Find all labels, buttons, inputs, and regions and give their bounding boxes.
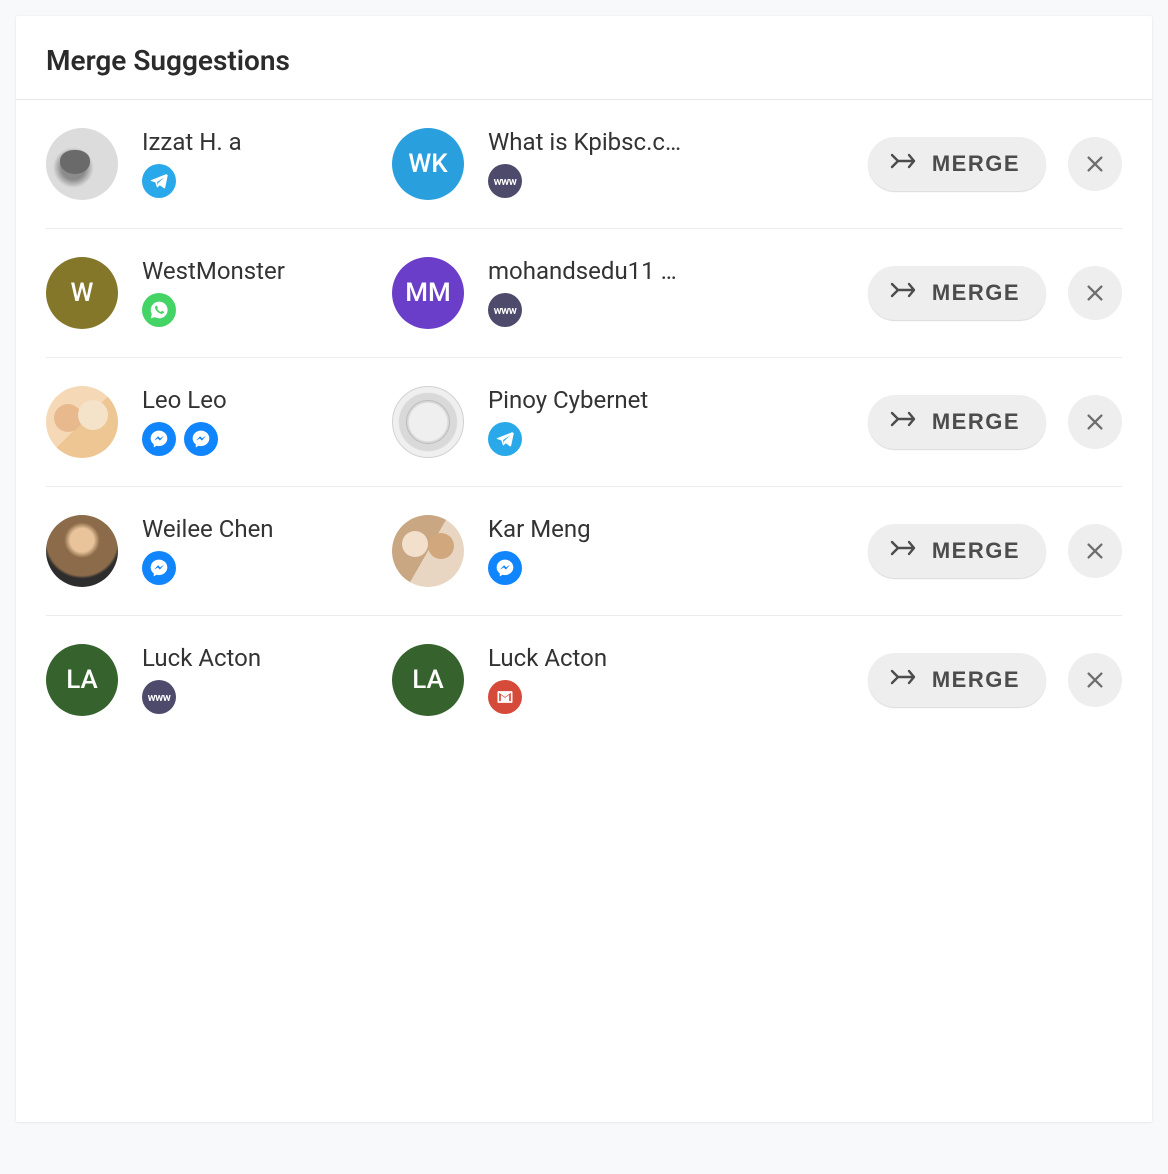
- avatar: [392, 386, 464, 458]
- contact-name: Leo Leo: [142, 386, 374, 414]
- contact-left: Izzat H. a: [46, 128, 374, 200]
- suggestion-row: Izzat H. a WK What is Kpibsc.c… www MERGE: [46, 100, 1122, 229]
- source-badges: www: [488, 164, 720, 198]
- contact-left: Leo Leo: [46, 386, 374, 458]
- contact-right: WK What is Kpibsc.c… www: [392, 128, 720, 200]
- telegram-icon: [488, 422, 522, 456]
- contact-left: W WestMonster: [46, 257, 374, 329]
- merge-icon: [890, 151, 918, 177]
- close-icon: [1084, 282, 1106, 304]
- avatar: [46, 515, 118, 587]
- gmail-icon: [488, 680, 522, 714]
- contact-right: Pinoy Cybernet: [392, 386, 720, 458]
- merge-label: MERGE: [932, 538, 1020, 564]
- close-icon: [1084, 669, 1106, 691]
- merge-icon: [890, 538, 918, 564]
- row-actions: MERGE: [868, 395, 1122, 449]
- contact-name: WestMonster: [142, 257, 374, 285]
- dismiss-button[interactable]: [1068, 524, 1122, 578]
- merge-button[interactable]: MERGE: [868, 395, 1046, 449]
- merge-button[interactable]: MERGE: [868, 653, 1046, 707]
- merge-icon: [890, 667, 918, 693]
- dismiss-button[interactable]: [1068, 266, 1122, 320]
- source-badges: [142, 293, 374, 327]
- whatsapp-icon: [142, 293, 176, 327]
- contact-left: LA Luck Acton www: [46, 644, 374, 716]
- contact-name: What is Kpibsc.c…: [488, 128, 720, 156]
- avatar: MM: [392, 257, 464, 329]
- messenger-icon: [142, 551, 176, 585]
- avatar: [46, 386, 118, 458]
- close-icon: [1084, 411, 1106, 433]
- messenger-icon: [184, 422, 218, 456]
- suggestion-row: LA Luck Acton www LA Luck Acton MERGE: [46, 616, 1122, 744]
- avatar: [46, 128, 118, 200]
- contact-right: LA Luck Acton: [392, 644, 720, 716]
- close-icon: [1084, 540, 1106, 562]
- merge-button[interactable]: MERGE: [868, 266, 1046, 320]
- messenger-icon: [488, 551, 522, 585]
- row-actions: MERGE: [868, 524, 1122, 578]
- avatar: LA: [392, 644, 464, 716]
- contact-name: Kar Meng: [488, 515, 720, 543]
- suggestion-list: Izzat H. a WK What is Kpibsc.c… www MERGE W We…: [16, 100, 1152, 774]
- row-actions: MERGE: [868, 266, 1122, 320]
- merge-label: MERGE: [932, 280, 1020, 306]
- contact-name: mohandsedu11 …: [488, 257, 720, 285]
- web-icon: www: [488, 293, 522, 327]
- merge-label: MERGE: [932, 409, 1020, 435]
- suggestion-row: Weilee Chen Kar Meng MERGE: [46, 487, 1122, 616]
- contact-left: Weilee Chen: [46, 515, 374, 587]
- source-badges: [142, 164, 374, 198]
- row-actions: MERGE: [868, 653, 1122, 707]
- source-badges: [488, 551, 720, 585]
- source-badges: [488, 422, 720, 456]
- suggestion-row: Leo Leo Pinoy Cybernet MERGE: [46, 358, 1122, 487]
- dismiss-button[interactable]: [1068, 137, 1122, 191]
- messenger-icon: [142, 422, 176, 456]
- contact-name: Pinoy Cybernet: [488, 386, 720, 414]
- contact-name: Luck Acton: [142, 644, 374, 672]
- page-title: Merge Suggestions: [46, 44, 1122, 77]
- contact-right: Kar Meng: [392, 515, 720, 587]
- row-actions: MERGE: [868, 137, 1122, 191]
- source-badges: www: [142, 680, 374, 714]
- source-badges: www: [488, 293, 720, 327]
- suggestion-row: W WestMonster MM mohandsedu11 … www MERGE: [46, 229, 1122, 358]
- telegram-icon: [142, 164, 176, 198]
- avatar: [392, 515, 464, 587]
- merge-suggestions-card: Merge Suggestions Izzat H. a WK What is Kp…: [16, 16, 1152, 1122]
- merge-button[interactable]: MERGE: [868, 524, 1046, 578]
- source-badges: [142, 551, 374, 585]
- merge-label: MERGE: [932, 151, 1020, 177]
- contact-right: MM mohandsedu11 … www: [392, 257, 720, 329]
- merge-button[interactable]: MERGE: [868, 137, 1046, 191]
- dismiss-button[interactable]: [1068, 653, 1122, 707]
- web-icon: www: [488, 164, 522, 198]
- avatar: LA: [46, 644, 118, 716]
- card-header: Merge Suggestions: [16, 16, 1152, 99]
- web-icon: www: [142, 680, 176, 714]
- contact-name: Luck Acton: [488, 644, 720, 672]
- dismiss-button[interactable]: [1068, 395, 1122, 449]
- contact-name: Izzat H. a: [142, 128, 374, 156]
- contact-name: Weilee Chen: [142, 515, 374, 543]
- source-badges: [142, 422, 374, 456]
- merge-icon: [890, 409, 918, 435]
- avatar: WK: [392, 128, 464, 200]
- avatar: W: [46, 257, 118, 329]
- source-badges: [488, 680, 720, 714]
- merge-label: MERGE: [932, 667, 1020, 693]
- merge-icon: [890, 280, 918, 306]
- close-icon: [1084, 153, 1106, 175]
